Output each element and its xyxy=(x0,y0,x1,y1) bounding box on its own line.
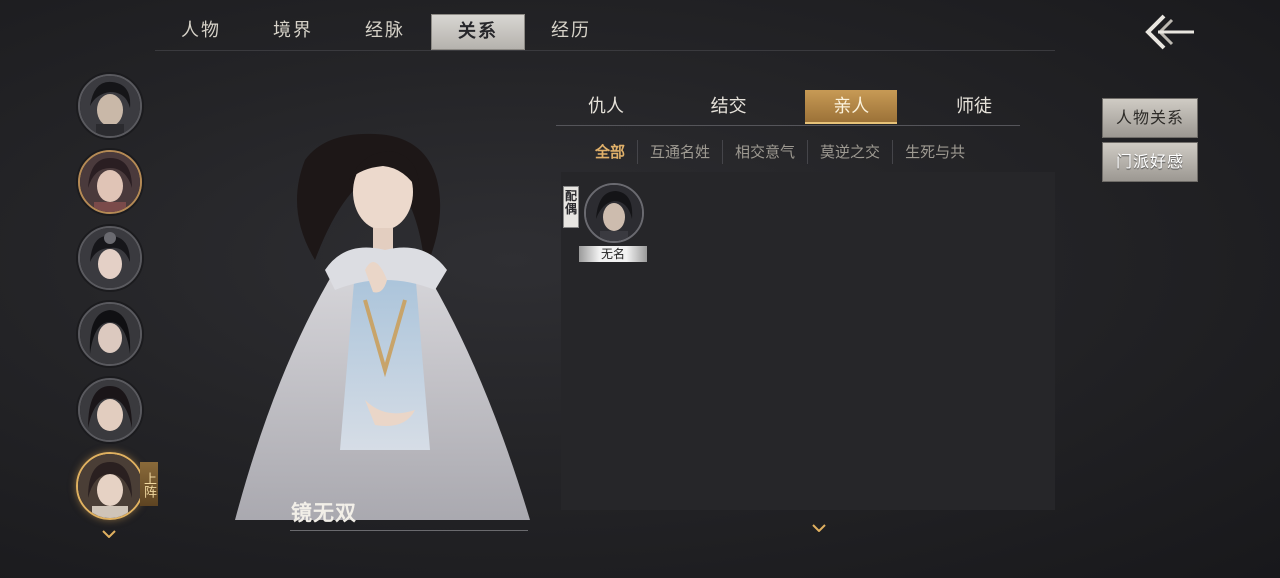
relation-filter-bar: 全部 互通名姓 相交意气 莫逆之交 生死与共 xyxy=(583,140,977,164)
filter-kindred[interactable]: 相交意气 xyxy=(723,140,809,164)
tab-family[interactable]: 亲人 xyxy=(805,90,898,124)
relation-name: 无名 xyxy=(579,246,647,262)
back-button[interactable] xyxy=(1142,10,1198,54)
name-divider xyxy=(290,530,528,531)
tab-meridians[interactable]: 经脉 xyxy=(339,14,431,48)
tab-character[interactable]: 人物 xyxy=(155,14,247,48)
tab-enemies[interactable]: 仇人 xyxy=(560,90,652,124)
relation-tag: 配偶 xyxy=(563,186,579,228)
avatar-portrait xyxy=(78,454,142,518)
roster-avatar-1[interactable] xyxy=(78,74,142,138)
relation-tab-bar: 仇人 结交 亲人 师徒 xyxy=(556,90,1020,126)
roster-avatar-3[interactable] xyxy=(78,226,142,290)
sect-favor-button[interactable]: 门派好感 xyxy=(1102,142,1198,182)
chevron-down-icon[interactable] xyxy=(812,524,826,532)
avatar-portrait xyxy=(80,228,140,288)
tab-master-disciple[interactable]: 师徒 xyxy=(928,90,1020,124)
roster-avatar-6-selected[interactable] xyxy=(76,452,144,520)
deploy-badge: 上阵 xyxy=(140,462,158,506)
chevron-down-icon[interactable] xyxy=(102,530,116,538)
character-name: 镜无双 xyxy=(291,501,357,525)
relationship-graph-button[interactable]: 人物关系 xyxy=(1102,98,1198,138)
tab-realm[interactable]: 境界 xyxy=(247,14,339,48)
filter-sworn[interactable]: 生死与共 xyxy=(893,140,977,164)
roster-avatar-2[interactable] xyxy=(78,150,142,214)
relation-avatar[interactable] xyxy=(584,183,644,243)
avatar-portrait xyxy=(586,185,642,241)
tab-friends[interactable]: 结交 xyxy=(683,90,775,124)
filter-close-friends[interactable]: 莫逆之交 xyxy=(808,140,894,164)
filter-acquainted[interactable]: 互通名姓 xyxy=(638,140,724,164)
avatar-portrait xyxy=(80,76,140,136)
top-tab-bar: 人物 境界 经脉 关系 经历 xyxy=(155,14,1055,51)
avatar-portrait xyxy=(80,380,140,440)
avatar-portrait xyxy=(80,304,140,364)
tab-relations[interactable]: 关系 xyxy=(431,14,525,50)
avatar-portrait xyxy=(80,152,140,212)
character-portrait xyxy=(215,120,545,530)
back-arrow-icon xyxy=(1145,14,1194,50)
tab-history[interactable]: 经历 xyxy=(525,14,617,48)
roster-avatar-4[interactable] xyxy=(78,302,142,366)
filter-all[interactable]: 全部 xyxy=(583,140,639,164)
roster-avatar-5[interactable] xyxy=(78,378,142,442)
